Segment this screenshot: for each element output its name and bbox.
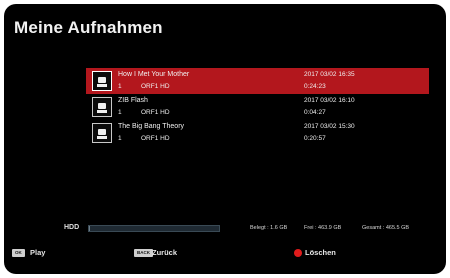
back-key[interactable]: BACK xyxy=(134,249,153,257)
hdd-total: Gesamt : 465.5 GB xyxy=(362,225,410,231)
back-label: Zurück xyxy=(152,248,178,257)
recording-name: How I Met Your Mother xyxy=(118,71,190,78)
hdd-usage-fill xyxy=(89,226,91,231)
footer-bar: OK Play BACK Zurück Löschen xyxy=(4,247,446,261)
recording-row-2[interactable]: ZIB Flash 1 ORF1 HD 2017 03/02 16:10 0:0… xyxy=(86,94,429,120)
recording-channel: ORF1 HD xyxy=(141,135,170,142)
recording-channel: ORF1 HD xyxy=(141,109,170,116)
recording-duration: 0:20:57 xyxy=(304,135,326,142)
delete-label: Löschen xyxy=(305,248,336,257)
recordings-list: How I Met Your Mother 1 ORF1 HD 2017 03/… xyxy=(86,68,429,146)
hdd-label: HDD xyxy=(64,224,80,231)
record-icon xyxy=(92,123,112,143)
hdd-used: Belegt : 1.6 GB xyxy=(250,225,288,231)
play-label: Play xyxy=(30,248,46,257)
hdd-free: Frei : 463.9 GB xyxy=(304,225,342,231)
hdd-usage-bar xyxy=(88,225,220,232)
recording-name: The Big Bang Theory xyxy=(118,123,185,130)
recording-date: 2017 03/02 16:35 xyxy=(304,71,355,78)
recording-channel-number: 1 xyxy=(118,109,122,116)
recording-channel-number: 1 xyxy=(118,135,122,142)
recording-duration: 0:24:23 xyxy=(304,83,326,90)
ok-key[interactable]: OK xyxy=(12,249,25,257)
recording-duration: 0:04:27 xyxy=(304,109,326,116)
red-button-icon[interactable] xyxy=(294,249,302,257)
recording-channel-number: 1 xyxy=(118,83,122,90)
recording-name: ZIB Flash xyxy=(118,97,148,104)
recording-channel: ORF1 HD xyxy=(141,83,170,90)
recording-date: 2017 03/02 15:30 xyxy=(304,123,355,130)
recording-row-3[interactable]: The Big Bang Theory 1 ORF1 HD 2017 03/02… xyxy=(86,120,429,146)
recording-date: 2017 03/02 16:10 xyxy=(304,97,355,104)
recording-row-1[interactable]: How I Met Your Mother 1 ORF1 HD 2017 03/… xyxy=(86,68,429,94)
record-icon xyxy=(92,71,112,91)
tv-screen: Meine Aufnahmen How I Met Your Mother 1 … xyxy=(4,4,446,274)
record-icon xyxy=(92,97,112,117)
page-title: Meine Aufnahmen xyxy=(14,18,163,37)
